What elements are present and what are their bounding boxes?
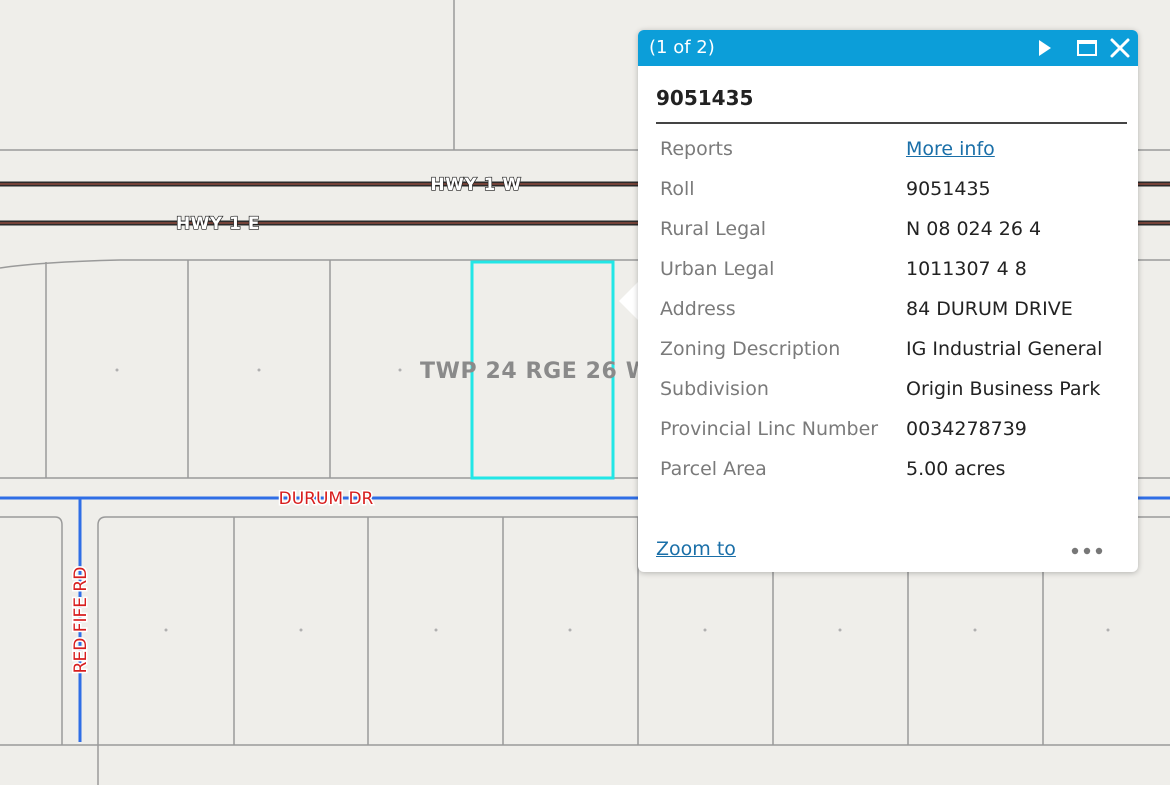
attribute-key: Roll xyxy=(660,178,695,200)
attribute-row: Address 84 DURUM DRIVE xyxy=(660,298,1102,338)
attribute-key: Reports xyxy=(660,138,733,160)
title-divider xyxy=(656,122,1127,124)
attribute-value: 9051435 xyxy=(906,178,991,200)
attribute-value: IG Industrial General xyxy=(906,338,1103,360)
feature-popup: (1 of 2) 9051435 Reports More info Roll … xyxy=(638,30,1138,572)
attribute-row: Urban Legal 1011307 4 8 xyxy=(660,258,1102,298)
play-icon[interactable] xyxy=(1034,37,1056,59)
popup-pointer xyxy=(619,282,638,320)
attribute-key: Subdivision xyxy=(660,378,769,400)
attribute-row: Reports More info xyxy=(660,138,1102,178)
close-icon[interactable] xyxy=(1109,37,1131,59)
township-label: TWP 24 RGE 26 W xyxy=(420,359,651,384)
attribute-value: N 08 024 26 4 xyxy=(906,218,1042,240)
attribute-row: Roll 9051435 xyxy=(660,178,1102,218)
road-label-hwy-1-e: HWY 1 E xyxy=(176,214,260,234)
attribute-key: Urban Legal xyxy=(660,258,775,280)
attribute-key: Provincial Linc Number xyxy=(660,418,879,440)
road-label-hwy-1-w: HWY 1 W xyxy=(430,175,521,195)
attribute-value: Origin Business Park xyxy=(906,378,1101,400)
feature-count: (1 of 2) xyxy=(649,37,715,58)
road-label-durum-dr: DURUM DR xyxy=(279,489,374,509)
attribute-row: Rural Legal N 08 024 26 4 xyxy=(660,218,1102,258)
attribute-value: 0034278739 xyxy=(906,418,1027,440)
attribute-value: 84 DURUM DRIVE xyxy=(906,298,1073,320)
popup-header: (1 of 2) xyxy=(638,30,1138,66)
popup-title: 9051435 xyxy=(656,86,754,110)
attribute-value: 5.00 acres xyxy=(906,458,1006,480)
attribute-key: Address xyxy=(660,298,736,320)
attribute-table: Reports More info Roll 9051435 Rural Leg… xyxy=(660,138,1102,498)
attribute-row: Provincial Linc Number 0034278739 xyxy=(660,418,1102,458)
ellipsis-icon[interactable] xyxy=(1070,545,1104,557)
attribute-row: Parcel Area 5.00 acres xyxy=(660,458,1102,498)
attribute-value: 1011307 4 8 xyxy=(906,258,1027,280)
zoom-to-link[interactable]: Zoom to xyxy=(656,538,736,560)
attribute-key: Zoning Description xyxy=(660,338,841,360)
more-info-link[interactable]: More info xyxy=(906,138,995,160)
attribute-key: Parcel Area xyxy=(660,458,767,480)
attribute-value: More info xyxy=(906,138,1102,178)
attribute-key: Rural Legal xyxy=(660,218,767,240)
attribute-row: Subdivision Origin Business Park xyxy=(660,378,1102,418)
attribute-row: Zoning Description IG Industrial General xyxy=(660,338,1102,378)
maximize-icon[interactable] xyxy=(1076,37,1098,59)
road-label-red-fife-rd: RED FIFE RD xyxy=(71,567,91,674)
